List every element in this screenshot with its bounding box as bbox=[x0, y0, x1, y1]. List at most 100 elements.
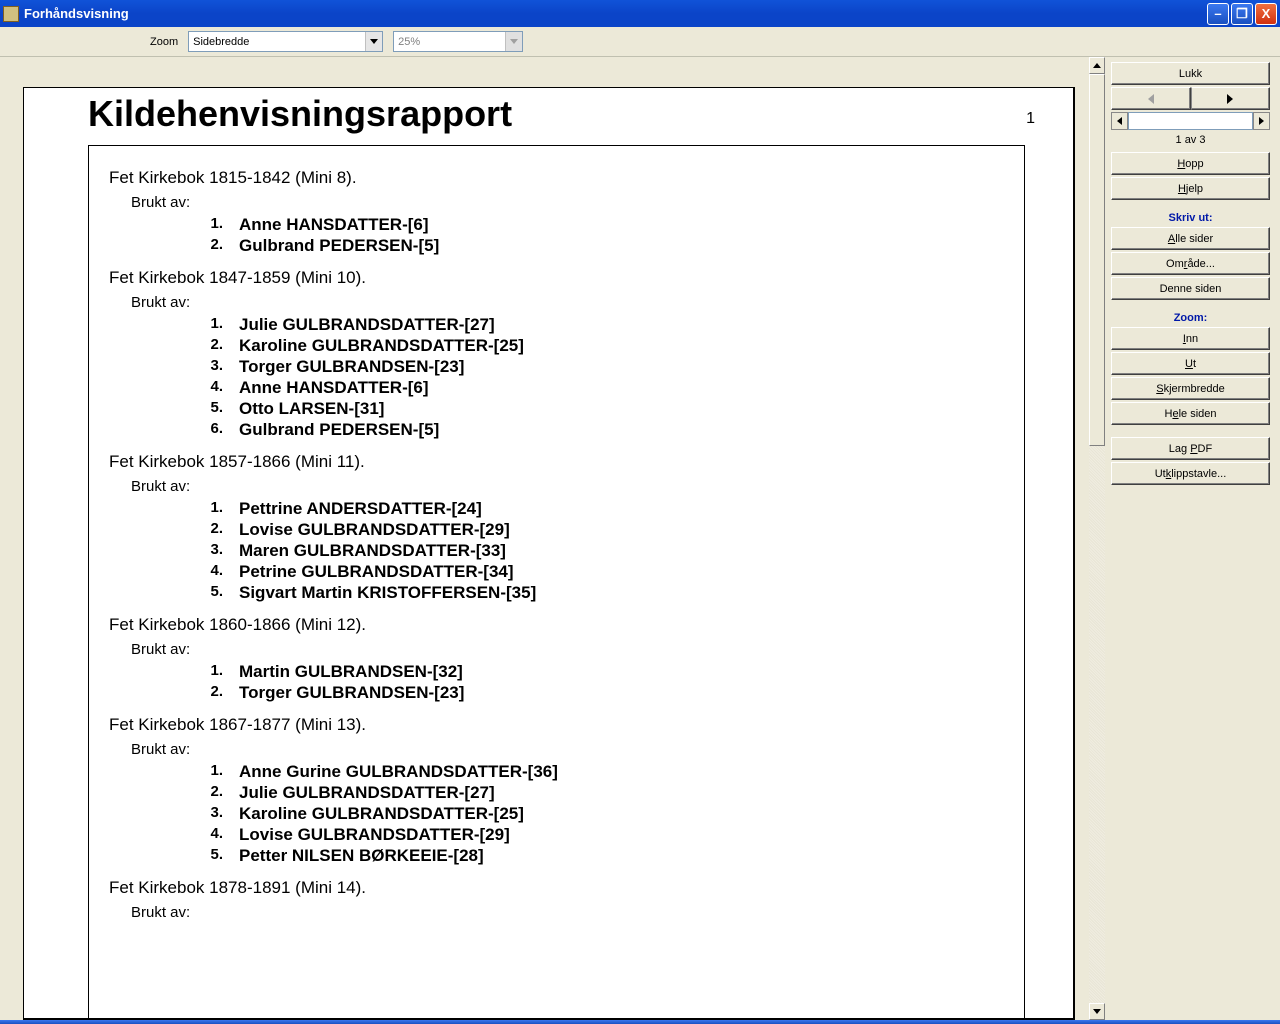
source-title: Fet Kirkebok 1857-1866 (Mini 11). bbox=[109, 452, 1004, 472]
chevron-down-icon bbox=[365, 32, 382, 51]
entry-row: 3. Torger GULBRANDSEN-[23] bbox=[189, 357, 1004, 377]
help-button[interactable]: Hjelp bbox=[1111, 177, 1270, 200]
zoom-width-button[interactable]: Skjermbredde bbox=[1111, 377, 1270, 400]
entry-name: Sigvart Martin KRISTOFFERSEN-[35] bbox=[239, 583, 536, 603]
scroll-down-button[interactable] bbox=[1089, 1003, 1105, 1020]
entry-number: 3. bbox=[189, 541, 223, 561]
entry-number: 2. bbox=[189, 520, 223, 540]
entry-number: 5. bbox=[189, 583, 223, 603]
source-title: Fet Kirkebok 1815-1842 (Mini 8). bbox=[109, 168, 1004, 188]
entry-name: Petter NILSEN BØRKEEIE-[28] bbox=[239, 846, 484, 866]
entry-row: 1. Pettrine ANDERSDATTER-[24] bbox=[189, 499, 1004, 519]
entry-number: 2. bbox=[189, 236, 223, 256]
entry-name: Gulbrand PEDERSEN-[5] bbox=[239, 236, 439, 256]
entry-name: Lovise GULBRANDSDATTER-[29] bbox=[239, 825, 510, 845]
entry-row: 1.Martin GULBRANDSEN-[32] bbox=[189, 662, 1004, 682]
entry-number: 4. bbox=[189, 825, 223, 845]
entry-row: 3.Karoline GULBRANDSDATTER-[25] bbox=[189, 804, 1004, 824]
entry-row: 2. Torger GULBRANDSEN-[23] bbox=[189, 683, 1004, 703]
entry-row: 5. Sigvart Martin KRISTOFFERSEN-[35] bbox=[189, 583, 1004, 603]
entry-row: 2. Karoline GULBRANDSDATTER-[25] bbox=[189, 336, 1004, 356]
chevron-down-icon bbox=[505, 32, 522, 51]
used-by-label: Brukt av: bbox=[131, 741, 1004, 758]
source-title: Fet Kirkebok 1847-1859 (Mini 10). bbox=[109, 268, 1004, 288]
goto-button[interactable]: Hopp bbox=[1111, 152, 1270, 175]
minimize-button[interactable]: – bbox=[1207, 3, 1229, 25]
zoom-label: Zoom bbox=[150, 36, 178, 48]
page-number: 1 bbox=[1026, 110, 1035, 128]
used-by-label: Brukt av: bbox=[131, 194, 1004, 211]
entry-name: Anne HANSDATTER-[6] bbox=[239, 215, 429, 235]
scroll-up-button[interactable] bbox=[1089, 57, 1105, 74]
entry-name: Anne Gurine GULBRANDSDATTER-[36] bbox=[239, 762, 558, 782]
entry-name: Julie GULBRANDSDATTER-[27] bbox=[239, 315, 495, 335]
prev-page-button[interactable] bbox=[1111, 87, 1191, 110]
page-input[interactable] bbox=[1128, 112, 1253, 130]
entry-name: Otto LARSEN-[31] bbox=[239, 399, 384, 419]
scroll-thumb[interactable] bbox=[1089, 74, 1105, 446]
entry-row: 1.Julie GULBRANDSDATTER-[27] bbox=[189, 315, 1004, 335]
entry-name: Maren GULBRANDSDATTER-[33] bbox=[239, 541, 506, 561]
entry-name: Petrine GULBRANDSDATTER-[34] bbox=[239, 562, 514, 582]
titlebar: Forhåndsvisning – ❐ X bbox=[0, 0, 1280, 27]
zoom-section-label: Zoom: bbox=[1111, 312, 1270, 324]
side-panel: Lukk 1 av 3 Hopp Hjelp Skriv ut: Alle si… bbox=[1105, 57, 1280, 1020]
entry-number: 2. bbox=[189, 683, 223, 703]
zoom-pct-select: 25% bbox=[393, 31, 523, 52]
page-input-right[interactable] bbox=[1253, 112, 1270, 130]
source-title: Fet Kirkebok 1867-1877 (Mini 13). bbox=[109, 715, 1004, 735]
close-button[interactable]: X bbox=[1255, 3, 1277, 25]
scroll-track[interactable] bbox=[1089, 74, 1105, 1003]
report-title: Kildehenvisningsrapport bbox=[88, 93, 1045, 135]
entry-row: 5. Petter NILSEN BØRKEEIE-[28] bbox=[189, 846, 1004, 866]
entry-number: 5. bbox=[189, 399, 223, 419]
zoom-mode-select[interactable]: Sidebredde bbox=[188, 31, 383, 52]
entry-name: Martin GULBRANDSEN-[32] bbox=[239, 662, 463, 682]
entry-row: 5. Otto LARSEN-[31] bbox=[189, 399, 1004, 419]
page-input-left[interactable] bbox=[1111, 112, 1128, 130]
clipboard-button[interactable]: Utklippstavle... bbox=[1111, 462, 1270, 485]
taskbar bbox=[0, 1020, 1280, 1024]
entry-name: Karoline GULBRANDSDATTER-[25] bbox=[239, 336, 524, 356]
entry-number: 4. bbox=[189, 562, 223, 582]
print-all-button[interactable]: Alle sider bbox=[1111, 227, 1270, 250]
used-by-label: Brukt av: bbox=[131, 478, 1004, 495]
print-section-label: Skriv ut: bbox=[1111, 212, 1270, 224]
entry-row: 2.Julie GULBRANDSDATTER-[27] bbox=[189, 783, 1004, 803]
vertical-scrollbar[interactable] bbox=[1088, 57, 1105, 1020]
pdf-button[interactable]: Lag PDF bbox=[1111, 437, 1270, 460]
entry-row: 4. Petrine GULBRANDSDATTER-[34] bbox=[189, 562, 1004, 582]
entry-number: 1. bbox=[189, 215, 223, 235]
page-indicator: 1 av 3 bbox=[1111, 134, 1270, 146]
entry-name: Lovise GULBRANDSDATTER-[29] bbox=[239, 520, 510, 540]
zoom-in-button[interactable]: Inn bbox=[1111, 327, 1270, 350]
preview-area: Kildehenvisningsrapport 1 Fet Kirkebok 1… bbox=[0, 57, 1088, 1020]
entry-number: 1. bbox=[189, 499, 223, 519]
entry-row: 1.Anne Gurine GULBRANDSDATTER-[36] bbox=[189, 762, 1004, 782]
entry-name: Karoline GULBRANDSDATTER-[25] bbox=[239, 804, 524, 824]
document-page: Kildehenvisningsrapport 1 Fet Kirkebok 1… bbox=[23, 87, 1075, 1020]
close-preview-button[interactable]: Lukk bbox=[1111, 62, 1270, 85]
maximize-button[interactable]: ❐ bbox=[1231, 3, 1253, 25]
entry-row: 4. Lovise GULBRANDSDATTER-[29] bbox=[189, 825, 1004, 845]
print-range-button[interactable]: Område... bbox=[1111, 252, 1270, 275]
entry-number: 2. bbox=[189, 783, 223, 803]
entry-name: Anne HANSDATTER-[6] bbox=[239, 378, 429, 398]
app-icon bbox=[3, 6, 19, 22]
entry-number: 6. bbox=[189, 420, 223, 440]
entry-number: 3. bbox=[189, 357, 223, 377]
zoom-out-button[interactable]: Ut bbox=[1111, 352, 1270, 375]
print-this-button[interactable]: Denne siden bbox=[1111, 277, 1270, 300]
entry-name: Torger GULBRANDSEN-[23] bbox=[239, 683, 464, 703]
next-page-button[interactable] bbox=[1191, 87, 1271, 110]
entry-number: 2. bbox=[189, 336, 223, 356]
entry-name: Torger GULBRANDSEN-[23] bbox=[239, 357, 464, 377]
entry-name: Pettrine ANDERSDATTER-[24] bbox=[239, 499, 482, 519]
report-body: Fet Kirkebok 1815-1842 (Mini 8). Brukt av… bbox=[88, 145, 1025, 1020]
zoom-page-button[interactable]: Hele siden bbox=[1111, 402, 1270, 425]
entry-number: 5. bbox=[189, 846, 223, 866]
entry-row: 2. Gulbrand PEDERSEN-[5] bbox=[189, 236, 1004, 256]
entry-row: 3. Maren GULBRANDSDATTER-[33] bbox=[189, 541, 1004, 561]
entry-row: 4.Anne HANSDATTER-[6] bbox=[189, 378, 1004, 398]
entry-row: 2. Lovise GULBRANDSDATTER-[29] bbox=[189, 520, 1004, 540]
